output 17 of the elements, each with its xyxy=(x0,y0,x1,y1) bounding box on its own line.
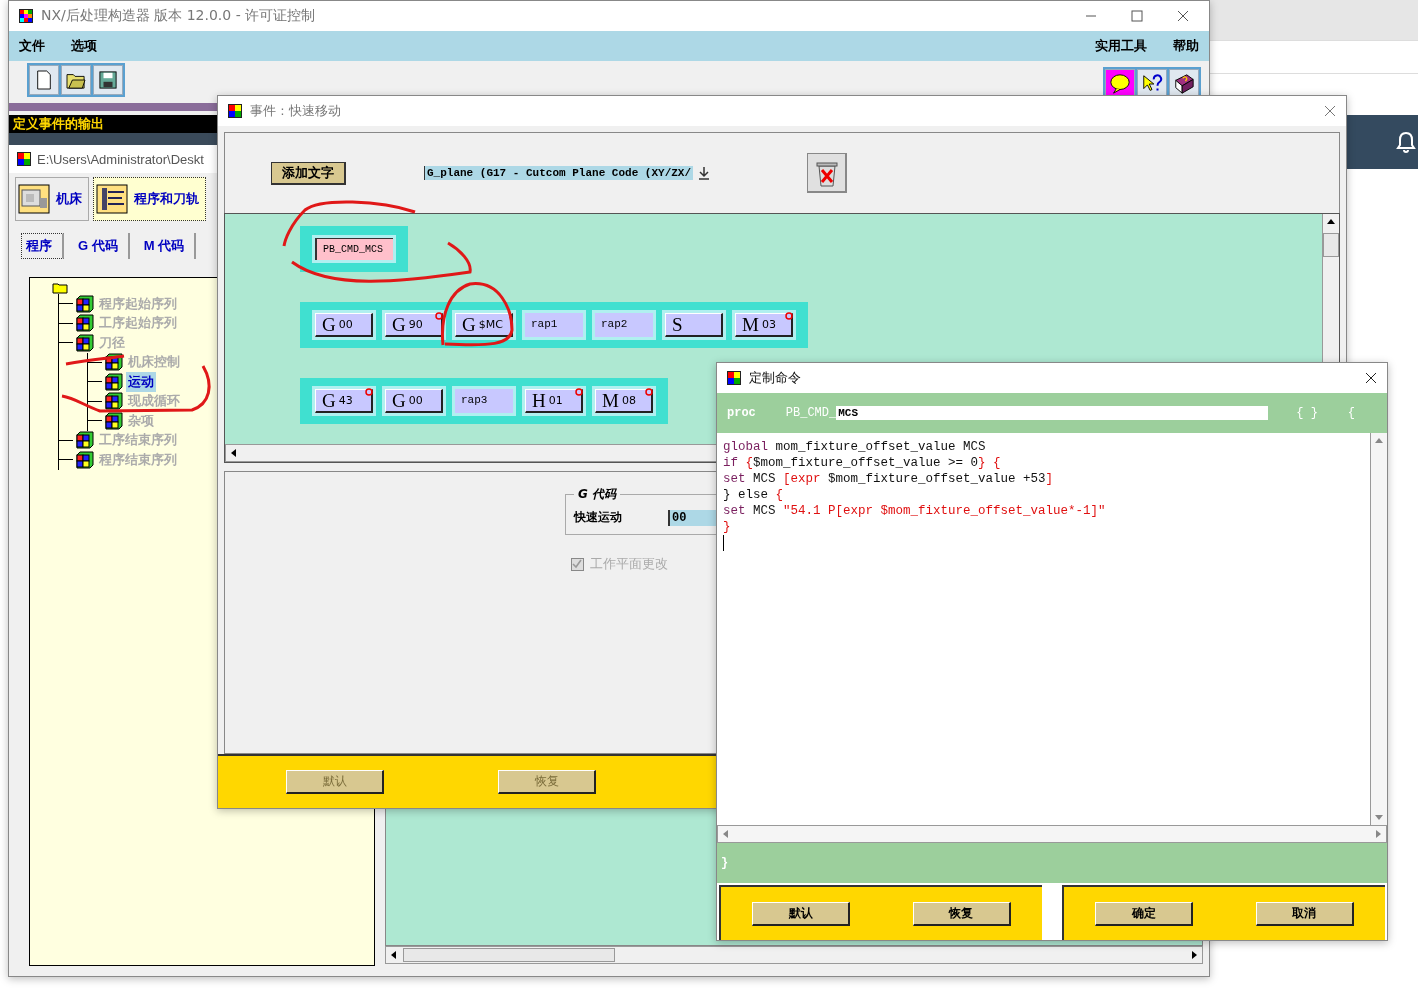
group-title: G 代码 xyxy=(574,486,621,503)
field-label: 快速运动 xyxy=(574,509,622,526)
dialog-title: 定制命令 xyxy=(749,369,801,387)
window-title: E:\Users\Administrator\Deskt xyxy=(37,151,204,167)
code-line: set MCS [expr $mom_fixture_offset_value +53] xyxy=(723,471,1055,487)
code-line: set MCS "54.1 P[expr $mom_fixture_offset_value*-1]" xyxy=(723,503,1107,519)
code-line: global mom_fixture_offset_value MCS xyxy=(723,439,987,455)
code-line: if {$mom_fixture_offset_value >= 0} { xyxy=(723,455,1002,471)
brace-text: { xyxy=(1347,406,1356,420)
code-line: } else { xyxy=(723,487,785,503)
proc-keyword: proc xyxy=(727,406,756,420)
code-line: } xyxy=(723,519,732,535)
checkbox-label: 工作平面更改 xyxy=(590,555,668,573)
window-title: NX/后处理构造器 版本 12.0.0 - 许可证控制 xyxy=(41,7,316,25)
brace-text: } xyxy=(721,856,729,870)
name-prefix: PB_CMD_ xyxy=(785,406,837,420)
proc-args: { } xyxy=(1296,406,1318,420)
